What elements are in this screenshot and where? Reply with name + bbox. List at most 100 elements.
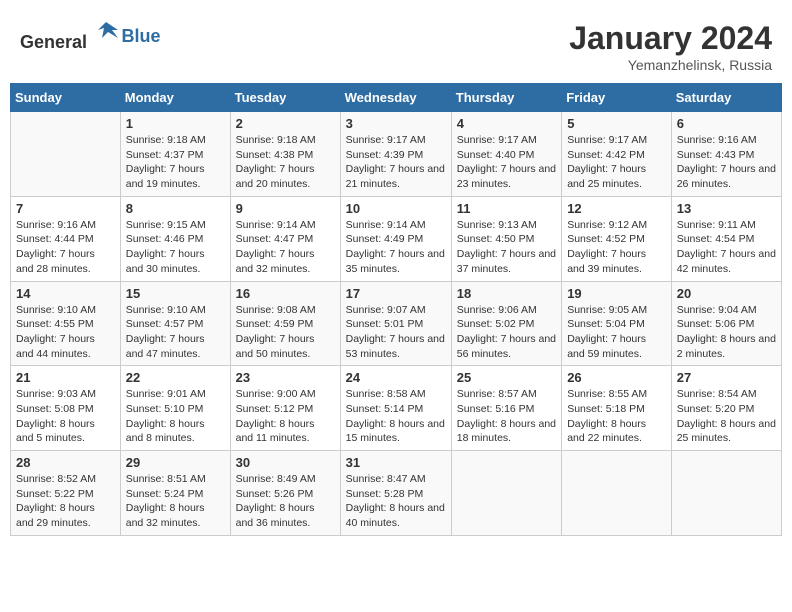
day-number: 21: [16, 370, 115, 385]
sunrise-text: Sunrise: 8:51 AM: [126, 472, 225, 487]
sunset-text: Sunset: 4:54 PM: [677, 232, 776, 247]
calendar-week-row: 7 Sunrise: 9:16 AMSunset: 4:44 PM Daylight…: [11, 196, 782, 281]
sunrise-text: Sunrise: 9:10 AM: [126, 303, 225, 318]
day-number: 9: [236, 201, 335, 216]
sunrise-text: Sunrise: 9:10 AM: [16, 303, 115, 318]
calendar-cell: 12Sunrise: 9:12 AMSunset: 4:52 PMDayligh…: [562, 196, 672, 281]
logo-general-text: General: [20, 32, 87, 52]
sunrise-text: Sunrise: 9:17 AM: [567, 133, 666, 148]
sunrise-text: Sunrise: 9:15 AM: [126, 218, 225, 233]
sunrise-text: Sunrise: 8:58 AM: [346, 387, 446, 402]
calendar-cell: 29Sunrise: 8:51 AMSunset: 5:24 PMDayligh…: [120, 451, 230, 536]
day-number: 31: [346, 455, 446, 470]
daylight-text: Daylight: 8 hours and 18 minutes.: [457, 417, 556, 446]
daylight-text: Daylight: 7 hours and 44 minutes.: [16, 332, 115, 361]
day-number: 13: [677, 201, 776, 216]
sunrise-text: Sunrise: 8:52 AM: [16, 472, 115, 487]
calendar-cell: 10Sunrise: 9:14 AMSunset: 4:49 PMDayligh…: [340, 196, 451, 281]
calendar-cell: 4Sunrise: 9:17 AMSunset: 4:40 PMDaylight…: [451, 112, 561, 197]
calendar-cell: 24Sunrise: 8:58 AMSunset: 5:14 PMDayligh…: [340, 366, 451, 451]
calendar-cell: 21Sunrise: 9:03 AMSunset: 5:08 PMDayligh…: [11, 366, 121, 451]
sunrise-text: Sunrise: 9:16 AM: [677, 133, 776, 148]
calendar-cell: 7Sunrise: 9:16 AMSunset: 4:44 PMDaylight…: [11, 196, 121, 281]
day-number: 23: [236, 370, 335, 385]
daylight-text: Daylight: 7 hours and 35 minutes.: [346, 247, 446, 276]
page-header: General Blue January 2024 Yemanzhelinsk,…: [10, 10, 782, 78]
calendar-cell: 2Sunrise: 9:18 AMSunset: 4:38 PMDaylight…: [230, 112, 340, 197]
daylight-text: Daylight: 8 hours and 32 minutes.: [126, 501, 225, 530]
daylight-text: Daylight: 7 hours and 56 minutes.: [457, 332, 556, 361]
sunrise-text: Sunrise: 9:13 AM: [457, 218, 556, 233]
daylight-text: Daylight: 7 hours and 37 minutes.: [457, 247, 556, 276]
sunset-text: Sunset: 5:16 PM: [457, 402, 556, 417]
calendar-cell: 17Sunrise: 9:07 AMSunset: 5:01 PMDayligh…: [340, 281, 451, 366]
sunrise-text: Sunrise: 9:05 AM: [567, 303, 666, 318]
sunrise-text: Sunrise: 9:11 AM: [677, 218, 776, 233]
calendar-cell: [562, 451, 672, 536]
daylight-text: Daylight: 7 hours and 23 minutes.: [457, 162, 556, 191]
sunrise-text: Sunrise: 9:01 AM: [126, 387, 225, 402]
daylight-text: Daylight: 7 hours and 32 minutes.: [236, 247, 335, 276]
header-thursday: Thursday: [451, 84, 561, 112]
calendar-cell: 8Sunrise: 9:15 AMSunset: 4:46 PMDaylight…: [120, 196, 230, 281]
daylight-text: Daylight: 8 hours and 2 minutes.: [677, 332, 776, 361]
sunset-text: Sunset: 4:52 PM: [567, 232, 666, 247]
sunrise-text: Sunrise: 9:12 AM: [567, 218, 666, 233]
sunset-text: Sunset: 4:57 PM: [126, 317, 225, 332]
day-number: 19: [567, 286, 666, 301]
sunset-text: Sunset: 5:14 PM: [346, 402, 446, 417]
month-title: January 2024: [569, 20, 772, 57]
header-saturday: Saturday: [671, 84, 781, 112]
daylight-text: Daylight: 8 hours and 40 minutes.: [346, 501, 446, 530]
sunset-text: Sunset: 4:49 PM: [346, 232, 446, 247]
header-tuesday: Tuesday: [230, 84, 340, 112]
daylight-text: Daylight: 8 hours and 36 minutes.: [236, 501, 335, 530]
daylight-text: Daylight: 7 hours and 50 minutes.: [236, 332, 335, 361]
day-number: 6: [677, 116, 776, 131]
location-subtitle: Yemanzhelinsk, Russia: [569, 57, 772, 73]
sunset-text: Sunset: 4:39 PM: [346, 148, 446, 163]
calendar-cell: 1Sunrise: 9:18 AMSunset: 4:37 PMDaylight…: [120, 112, 230, 197]
logo: General Blue: [20, 20, 161, 53]
sunset-text: Sunset: 4:44 PM: [16, 232, 115, 247]
calendar-cell: [451, 451, 561, 536]
header-wednesday: Wednesday: [340, 84, 451, 112]
day-number: 10: [346, 201, 446, 216]
calendar-week-row: 14Sunrise: 9:10 AMSunset: 4:55 PMDayligh…: [11, 281, 782, 366]
daylight-text: Daylight: 8 hours and 15 minutes.: [346, 417, 446, 446]
day-number: 2: [236, 116, 335, 131]
sunset-text: Sunset: 4:42 PM: [567, 148, 666, 163]
sunset-text: Sunset: 5:08 PM: [16, 402, 115, 417]
daylight-text: Daylight: 7 hours and 42 minutes.: [677, 247, 776, 276]
sunset-text: Sunset: 5:10 PM: [126, 402, 225, 417]
day-number: 17: [346, 286, 446, 301]
sunrise-text: Sunrise: 9:18 AM: [126, 133, 225, 148]
calendar-cell: 19Sunrise: 9:05 AMSunset: 5:04 PMDayligh…: [562, 281, 672, 366]
sunset-text: Sunset: 4:37 PM: [126, 148, 225, 163]
day-number: 7: [16, 201, 115, 216]
day-number: 30: [236, 455, 335, 470]
day-number: 1: [126, 116, 225, 131]
sunset-text: Sunset: 5:01 PM: [346, 317, 446, 332]
calendar-cell: 3Sunrise: 9:17 AMSunset: 4:39 PMDaylight…: [340, 112, 451, 197]
sunrise-text: Sunrise: 9:18 AM: [236, 133, 335, 148]
calendar-week-row: 1Sunrise: 9:18 AMSunset: 4:37 PMDaylight…: [11, 112, 782, 197]
sunrise-text: Sunrise: 9:16 AM: [16, 218, 115, 233]
daylight-text: Daylight: 8 hours and 25 minutes.: [677, 417, 776, 446]
calendar-cell: 31Sunrise: 8:47 AMSunset: 5:28 PMDayligh…: [340, 451, 451, 536]
logo-blue-text: Blue: [122, 26, 161, 46]
sunrise-text: Sunrise: 8:54 AM: [677, 387, 776, 402]
calendar-cell: [671, 451, 781, 536]
daylight-text: Daylight: 7 hours and 53 minutes.: [346, 332, 446, 361]
calendar-cell: 9Sunrise: 9:14 AMSunset: 4:47 PMDaylight…: [230, 196, 340, 281]
sunset-text: Sunset: 4:50 PM: [457, 232, 556, 247]
sunrise-text: Sunrise: 8:55 AM: [567, 387, 666, 402]
sunset-text: Sunset: 5:22 PM: [16, 487, 115, 502]
sunset-text: Sunset: 5:28 PM: [346, 487, 446, 502]
day-number: 12: [567, 201, 666, 216]
sunset-text: Sunset: 5:24 PM: [126, 487, 225, 502]
title-block: January 2024 Yemanzhelinsk, Russia: [569, 20, 772, 73]
logo-bird-icon: [92, 20, 120, 48]
sunset-text: Sunset: 4:38 PM: [236, 148, 335, 163]
calendar-cell: 5Sunrise: 9:17 AMSunset: 4:42 PMDaylight…: [562, 112, 672, 197]
